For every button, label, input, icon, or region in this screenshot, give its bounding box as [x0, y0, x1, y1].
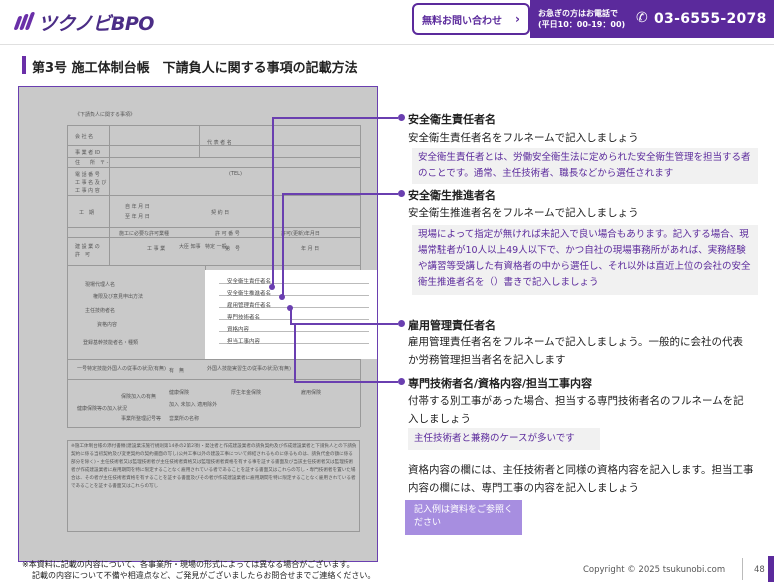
logo[interactable]: ツクノビBPO: [13, 8, 154, 36]
logo-mark-icon: [13, 12, 36, 32]
section-note-2: 現場によって指定が無ければ未記入で良い場合もあります。記入する場合、現場常駐者が…: [412, 225, 758, 295]
contact-button-label: 無料お問い合わせ: [422, 15, 502, 27]
page-number: 48: [754, 565, 765, 575]
reference-box: 記入例は資料をご参照ください: [405, 500, 522, 535]
connector-dot-3: [287, 305, 293, 311]
section-body-3: 雇用管理責任者名をフルネームで記入しましょう。一般的に会社の代表か労務管理担当者…: [408, 336, 744, 366]
header-divider: [0, 44, 774, 45]
footer-disclaimer: ※本資料に記載の内容について、各事業所・現場の形式によっては異なる場合がございま…: [22, 559, 375, 581]
footer-note-line2: 記載の内容について不備や相違点など、ご発見がございましたらお問合せまでご連絡くだ…: [32, 571, 376, 580]
copyright: Copyright © 2025 tsukunobi.com: [583, 565, 726, 575]
connector-line-3: [290, 323, 398, 325]
form-notes-text: ※施工体制台帳の添付書類(建設業法施行規則第14条の2第2項)・発注者と作成建設…: [71, 444, 357, 489]
phone-hours-note: お急ぎの方はお電話で (平日10：00-19：00): [538, 8, 625, 30]
connector-line-2v: [282, 193, 284, 297]
section-body-4b: 資格内容の欄には、主任技術者と同様の資格内容を記入します。担当工事内容の欄には、…: [408, 464, 754, 494]
page-edge-tab: [768, 556, 774, 582]
page-number-divider: [742, 558, 743, 580]
section-bullet-2: [398, 190, 405, 197]
section-body-4: 付帯する別工事があった場合、担当する専門技術者名のフルネームを記入しましょう: [408, 395, 744, 425]
section-bullet-1: [398, 114, 405, 121]
section-heading-3: 雇用管理責任者名: [408, 319, 496, 332]
section-heading-2: 安全衛生推進者名: [408, 189, 496, 202]
phone-icon: ✆: [636, 10, 648, 26]
section-heading-1: 安全衛生責任者名: [408, 113, 496, 126]
section-note-4: 主任技術者と兼務のケースが多いです: [408, 428, 600, 450]
connector-line-1: [272, 117, 398, 119]
page-title: 第3号 施工体制台帳 下請負人に関する事項の記載方法: [32, 61, 358, 76]
footer-note-line1: ※本資料に記載の内容について、各事業所・現場の形式によっては異なる場合がございま…: [22, 560, 355, 569]
connector-line-4: [294, 381, 398, 383]
phone-note-line1: お急ぎの方はお電話で: [538, 9, 618, 18]
title-accent-bar: [22, 56, 26, 74]
section-bullet-3: [398, 320, 405, 327]
connector-line-1v: [272, 117, 274, 287]
connector-dot-1: [269, 284, 275, 290]
section-heading-4: 専門技術者名/資格内容/担当工事内容: [408, 377, 593, 390]
section-note-1: 安全衛生責任者とは、労働安全衛生法に定められた安全衛生管理を担当する者のことです…: [412, 148, 758, 184]
connector-dot-2: [279, 294, 285, 300]
section-body-1: 安全衛生責任者名をフルネームで記入しましょう: [408, 132, 639, 144]
phone-banner[interactable]: お急ぎの方はお電話で (平日10：00-19：00) ✆ 03-6555-207…: [530, 0, 774, 38]
section-body-2: 安全衛生推進者名をフルネームで記入しましょう: [408, 207, 639, 219]
connector-line-2: [282, 193, 398, 195]
connector-line-4v: [294, 323, 296, 382]
phone-number: 03-6555-2078: [654, 11, 767, 27]
chevron-right-icon: ›: [515, 12, 520, 26]
phone-note-line2: (平日10：00-19：00): [538, 20, 626, 29]
logo-text: ツクノビBPO: [38, 12, 154, 35]
contact-button[interactable]: 無料お問い合わせ ›: [412, 3, 530, 35]
form-caption: 《下請負人に関する事項》: [75, 112, 136, 118]
section-bullet-4: [398, 378, 405, 385]
